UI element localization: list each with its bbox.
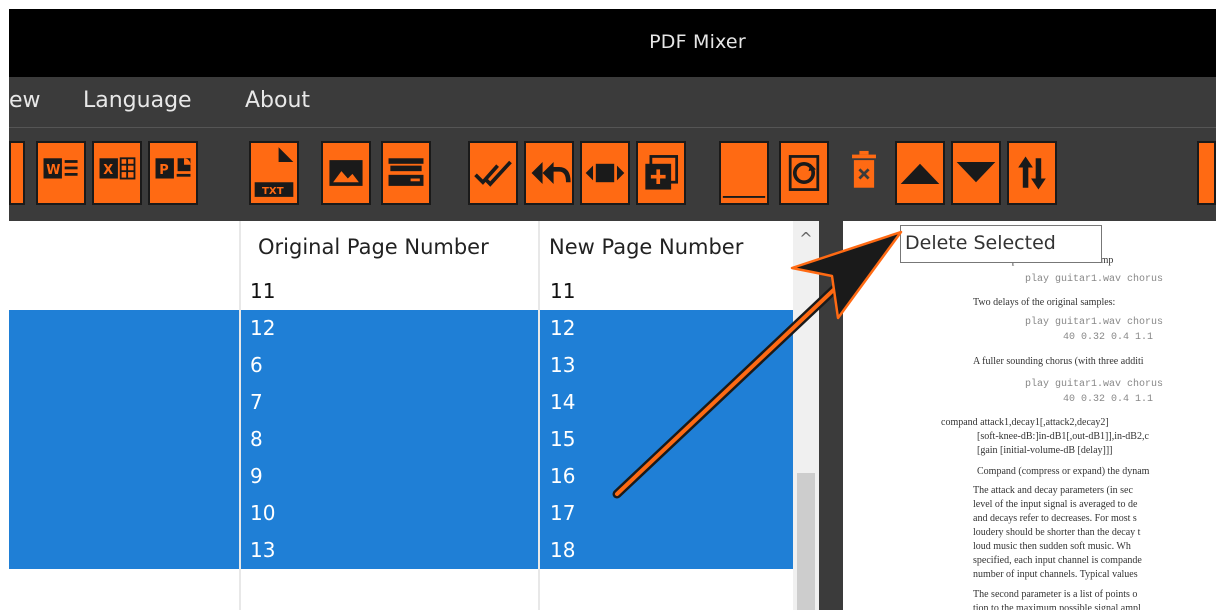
row-cell-name[interactable] — [9, 458, 239, 495]
preview-line: Compand (compress or expand) the dynam — [977, 466, 1150, 477]
new-page-number[interactable]: 17 — [539, 495, 793, 532]
table-scrollbar[interactable]: ^ — [793, 221, 819, 610]
column-header-new[interactable]: New Page Number — [539, 221, 799, 273]
preview-line: number of input channels. Typical values — [973, 569, 1138, 580]
original-page-number[interactable]: 9 — [240, 458, 538, 495]
preview-line: loud music then sudden soft music. Wh — [973, 541, 1131, 552]
partial-right-button[interactable] — [1197, 141, 1216, 205]
original-page-number[interactable]: 12 — [240, 310, 538, 347]
row-cell-name[interactable] — [9, 421, 239, 458]
scanner-button[interactable] — [381, 141, 431, 205]
partial-left-button[interactable] — [9, 141, 25, 205]
scroll-up-icon[interactable]: ^ — [793, 229, 819, 248]
preview-line: The attack and decay parameters (in sec — [973, 485, 1133, 496]
preview-line: play guitar1.wav chorus — [1025, 379, 1164, 390]
row-cell-name[interactable] — [9, 273, 239, 310]
table-row[interactable]: 13 18 — [9, 532, 793, 569]
preview-line: specified, each input channel is compand… — [973, 555, 1142, 566]
table-row[interactable]: 12 12 — [9, 310, 793, 347]
add-page-button[interactable] — [636, 141, 686, 205]
preview-line: loudery should be shorter than the decay… — [973, 527, 1141, 538]
move-up-button[interactable] — [895, 141, 945, 205]
column-divider — [538, 221, 540, 610]
row-cell-name[interactable] — [9, 495, 239, 532]
preview-line: The second parameter is a list of points… — [973, 589, 1138, 600]
preview-line: play guitar1.wav chorus — [1025, 317, 1164, 328]
move-down-button[interactable] — [951, 141, 1001, 205]
table-row[interactable]: 7 14 — [9, 384, 793, 421]
resize-button[interactable] — [580, 141, 630, 205]
new-page-number[interactable]: 13 — [539, 347, 793, 384]
original-page-number[interactable]: 11 — [240, 273, 538, 310]
word-button[interactable]: W — [36, 141, 86, 205]
preview-line: play guitar1.wav chorus — [1025, 274, 1164, 285]
row-cell-name[interactable] — [9, 347, 239, 384]
svg-text:W: W — [46, 163, 60, 178]
new-page-number[interactable]: 12 — [539, 310, 793, 347]
column-divider — [239, 221, 241, 610]
row-cell-name[interactable] — [9, 384, 239, 421]
new-page-number[interactable]: 18 — [539, 532, 793, 569]
powerpoint-button[interactable]: P — [148, 141, 198, 205]
image-button[interactable] — [321, 141, 371, 205]
column-header-original[interactable]: Original Page Number — [250, 221, 550, 273]
toolbar: W X P TXT — [9, 127, 1216, 221]
table-row[interactable]: 9 16 — [9, 458, 793, 495]
menu-language[interactable]: Language — [83, 88, 192, 113]
preview-line: Two delays of the original samples: — [973, 297, 1116, 308]
menu-view[interactable]: ew — [9, 88, 41, 113]
menu-bar: ew Language About — [9, 77, 1216, 127]
row-cell-name[interactable] — [9, 532, 239, 569]
preview-line: [soft-knee-dB:]in-dB1[,out-dB1]],in-dB2,… — [977, 431, 1149, 442]
check-all-button[interactable] — [468, 141, 518, 205]
new-page-number[interactable]: 14 — [539, 384, 793, 421]
table-row[interactable]: 6 13 — [9, 347, 793, 384]
rotate-button[interactable] — [779, 141, 829, 205]
new-page-number[interactable]: 15 — [539, 421, 793, 458]
new-page-number[interactable]: 16 — [539, 458, 793, 495]
reply-all-button[interactable] — [524, 141, 574, 205]
preview-line: 40 0.32 0.4 1.1 — [1063, 394, 1154, 405]
menu-about[interactable]: About — [245, 88, 310, 113]
txt-button[interactable]: TXT — [249, 141, 299, 205]
original-page-number[interactable]: 6 — [240, 347, 538, 384]
preview-line: level of the input signal is averaged to… — [973, 499, 1138, 510]
tooltip: Delete Selected — [900, 225, 1102, 263]
new-page-number[interactable]: 11 — [539, 273, 793, 310]
preview-line: [gain [initial-volume-dB [delay]]] — [977, 445, 1113, 456]
original-page-number[interactable]: 7 — [240, 384, 538, 421]
window-title: PDF Mixer — [649, 31, 746, 53]
svg-text:X: X — [103, 163, 113, 178]
page-preview: ...uncompounded 2ms. For exampplay guita… — [843, 221, 1216, 610]
scroll-thumb[interactable] — [797, 473, 815, 610]
title-bar: PDF Mixer — [9, 9, 1216, 77]
original-page-number[interactable]: 8 — [240, 421, 538, 458]
svg-text:TXT: TXT — [262, 186, 284, 197]
preview-line: A fuller sounding chorus (with three add… — [973, 356, 1144, 367]
preview-line: compand attack1,decay1[,attack2,decay2] — [941, 417, 1109, 428]
table-row[interactable]: 10 17 — [9, 495, 793, 532]
panel-splitter[interactable] — [819, 221, 843, 610]
preview-line: tion to the maximum possible signal ampl — [973, 603, 1141, 610]
delete-button[interactable] — [839, 141, 889, 205]
preview-line: 40 0.32 0.4 1.1 — [1063, 332, 1154, 343]
blank-page-button[interactable] — [719, 141, 769, 205]
page-table: Original Page Number New Page Number 11 1… — [9, 221, 819, 610]
preview-line: and decays refer to decreases. For most … — [973, 513, 1137, 524]
original-page-number[interactable]: 10 — [240, 495, 538, 532]
row-cell-name[interactable] — [9, 310, 239, 347]
swap-button[interactable] — [1007, 141, 1057, 205]
excel-button[interactable]: X — [92, 141, 142, 205]
svg-text:P: P — [159, 163, 168, 178]
original-page-number[interactable]: 13 — [240, 532, 538, 569]
table-row[interactable]: 8 15 — [9, 421, 793, 458]
table-row[interactable]: 11 11 — [9, 273, 793, 310]
